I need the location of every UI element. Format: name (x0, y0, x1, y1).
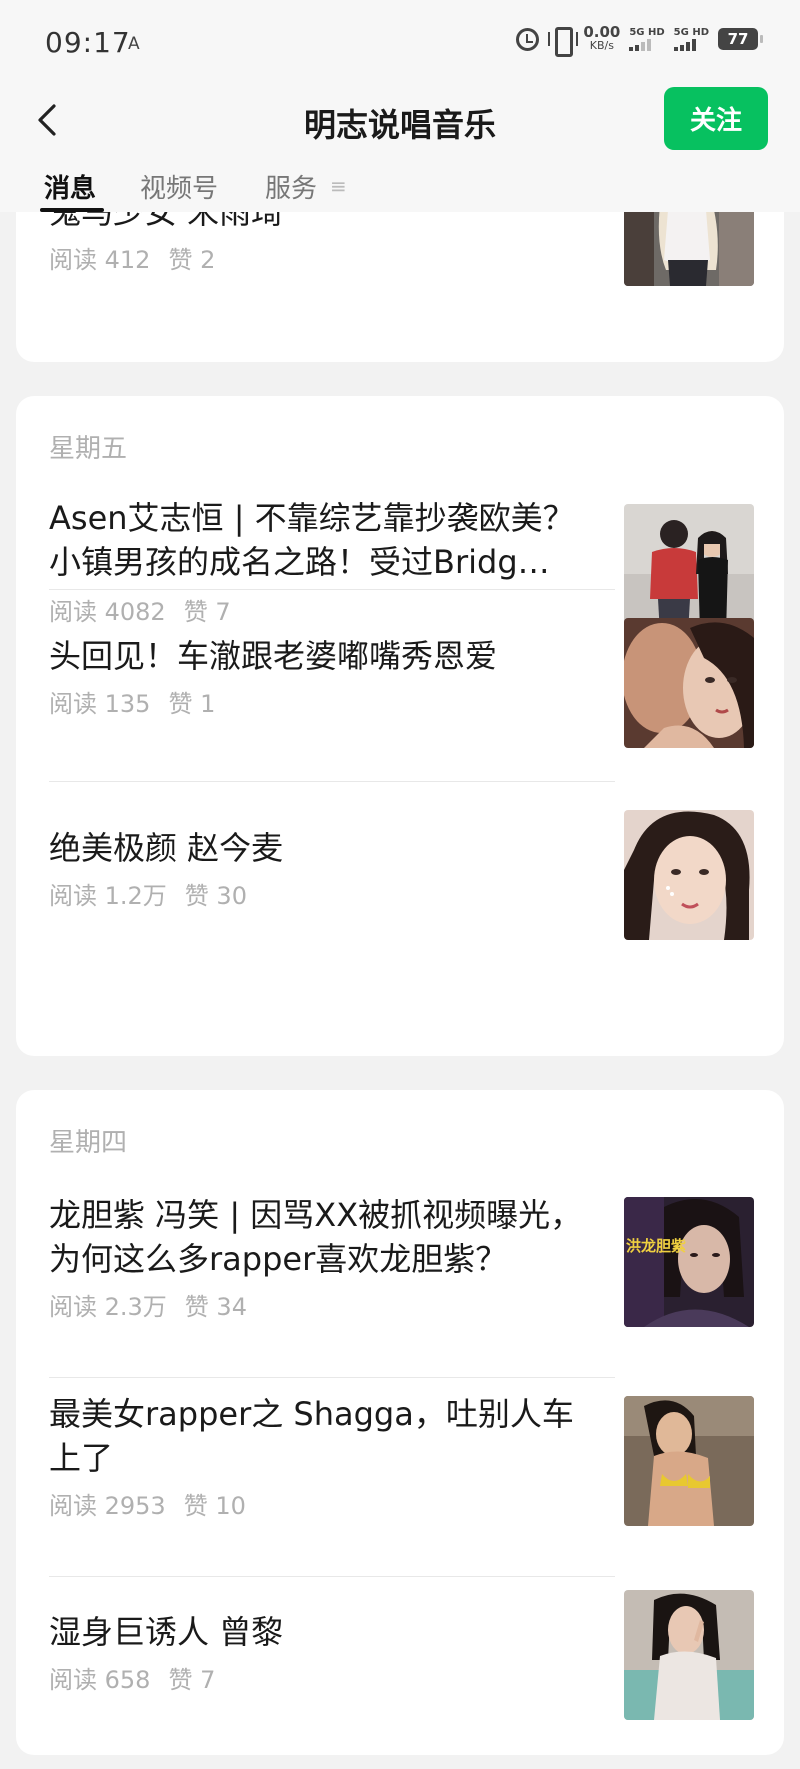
read-count: 阅读 412 (49, 246, 151, 274)
article-thumbnail[interactable] (624, 504, 754, 634)
like-count: 赞 7 (168, 1666, 216, 1694)
tab-services[interactable]: 服务 (265, 168, 317, 205)
read-count: 阅读 658 (49, 1666, 151, 1694)
article-item[interactable]: 绝美极颜 赵今麦 阅读 1.2万赞 30 (49, 810, 754, 940)
article-title: 头回见！车澈跟老婆嘟嘴秀恩爱 (49, 637, 498, 675)
article-stats: 阅读 2953 赞 10 (49, 1486, 246, 1521)
article-item[interactable]: 最美女rapper之 Shagga，吐别人车上了 阅读 2953 赞 10 (49, 1395, 754, 1526)
article-item[interactable]: 头回见！车澈跟老婆嘟嘴秀恩爱 阅读 135 赞 1 (49, 618, 754, 748)
tab-channels[interactable]: 视频号 (140, 168, 218, 205)
article-thumbnail[interactable] (624, 1396, 754, 1526)
article-title: 龙胆紫 冯笑 | 因骂XX被抓视频曝光，为何这么多rapper喜欢龙胆紫？ (49, 1196, 583, 1278)
divider (49, 1377, 615, 1378)
status-bar: 09:17 A 0.00 KB/s 5G HD 5G HD 77 (0, 0, 800, 80)
article-stats: 阅读 135 赞 1 (49, 684, 215, 719)
like-count: 赞 10 (183, 1492, 246, 1520)
article-item[interactable]: Asen艾志恒 | 不靠综艺靠抄袭欧美？小镇男孩的成名之路！受过Bridg… 阅… (49, 499, 754, 634)
article-item[interactable]: 龙胆紫 冯笑 | 因骂XX被抓视频曝光，为何这么多rapper喜欢龙胆紫？ 阅读… (49, 1196, 754, 1327)
article-title: 最美女rapper之 Shagga，吐别人车上了 (49, 1395, 574, 1477)
article-stats: 阅读 658 赞 7 (49, 1660, 215, 1695)
article-thumbnail[interactable] (624, 618, 754, 748)
signal-sim2-icon: 5G HD (673, 27, 709, 51)
divider (49, 1576, 615, 1577)
article-title: 湿身巨诱人 曾黎 (49, 1613, 284, 1651)
alarm-icon (516, 27, 540, 51)
tab-bar: 消息 视频号 服务 ≡ (0, 162, 800, 212)
read-count: 阅读 1.2万 (49, 882, 167, 910)
article-item[interactable]: 湿身巨诱人 曾黎 阅读 658 赞 7 (49, 1590, 754, 1720)
day-label: 星期四 (49, 1128, 128, 1158)
signal-sim1-icon: 5G HD (629, 27, 665, 51)
day-label: 星期五 (49, 434, 128, 464)
read-count: 阅读 2953 (49, 1492, 166, 1520)
article-thumbnail[interactable] (624, 810, 754, 940)
article-stats: 阅读 2.3万赞 34 (49, 1287, 247, 1322)
vibrate-icon (548, 26, 579, 57)
read-count: 阅读 2.3万 (49, 1293, 167, 1321)
article-title: Asen艾志恒 | 不靠综艺靠抄袭欧美？小镇男孩的成名之路！受过Bridg… (49, 499, 575, 581)
article-stats: 阅读 1.2万赞 30 (49, 876, 247, 911)
status-icons: 0.00 KB/s 5G HD 5G HD 77 (516, 23, 763, 57)
article-thumbnail[interactable] (624, 1590, 754, 1720)
article-card: 星期四 龙胆紫 冯笑 | 因骂XX被抓视频曝光，为何这么多rapper喜欢龙胆紫… (16, 1090, 784, 1755)
divider (49, 589, 615, 590)
status-time: 09:17 (45, 26, 131, 59)
network-speed: 0.00 KB/s (583, 23, 621, 53)
like-count: 赞 2 (168, 246, 216, 274)
follow-button[interactable]: 关注 (664, 87, 768, 150)
article-title: 绝美极颜 赵今麦 (49, 829, 284, 867)
like-count: 赞 1 (168, 690, 216, 718)
tab-messages[interactable]: 消息 (44, 168, 96, 205)
read-count: 阅读 135 (49, 690, 151, 718)
article-stats: 阅读 412 赞 2 (49, 240, 215, 275)
tab-menu-icon[interactable]: ≡ (330, 174, 347, 198)
auto-brightness-icon: A (128, 34, 140, 54)
active-tab-indicator (40, 208, 104, 212)
article-card: 星期五 Asen艾志恒 | 不靠综艺靠抄袭欧美？小镇男孩的成名之路！受过Brid… (16, 396, 784, 1056)
article-thumbnail[interactable]: 洪龙胆紫 (624, 1197, 754, 1327)
divider (49, 781, 615, 782)
thumbnail-caption: 洪龙胆紫 (626, 1237, 686, 1255)
like-count: 赞 30 (184, 882, 247, 910)
like-count: 赞 34 (184, 1293, 247, 1321)
battery-icon: 77 (718, 28, 763, 50)
